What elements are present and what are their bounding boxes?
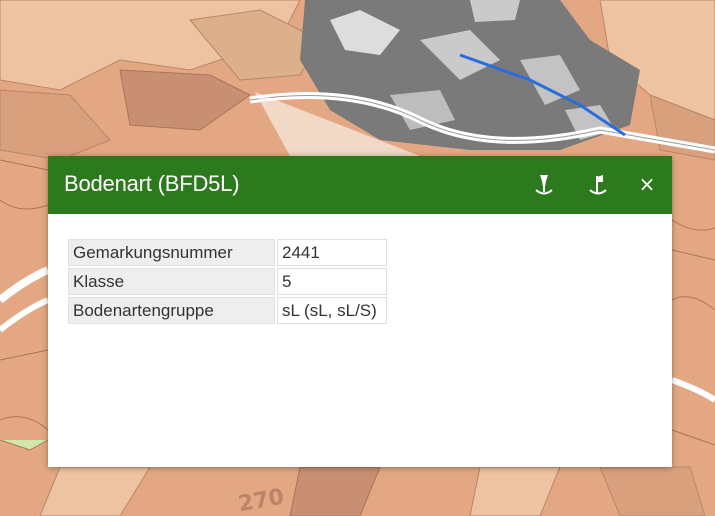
attribute-value: 5 [277, 268, 387, 295]
pin-up-icon[interactable] [586, 173, 610, 197]
attribute-value: 2441 [277, 239, 387, 266]
info-popup: Bodenart (BFD5L) × Gemarkungsnummer 2441 [48, 156, 672, 467]
table-row: Klasse 5 [68, 268, 387, 295]
attribute-table: Gemarkungsnummer 2441 Klasse 5 Bodenarte… [66, 237, 389, 326]
attribute-key: Bodenartengruppe [68, 297, 275, 324]
table-row: Bodenartengruppe sL (sL, sL/S) [68, 297, 387, 324]
close-icon[interactable]: × [636, 170, 658, 198]
attribute-key: Gemarkungsnummer [68, 239, 275, 266]
table-row: Gemarkungsnummer 2441 [68, 239, 387, 266]
popup-header: Bodenart (BFD5L) × [48, 156, 672, 214]
pin-down-icon[interactable] [532, 173, 556, 197]
attribute-value: sL (sL, sL/S) [277, 297, 387, 324]
attribute-key: Klasse [68, 268, 275, 295]
popup-title: Bodenart (BFD5L) [64, 171, 240, 196]
